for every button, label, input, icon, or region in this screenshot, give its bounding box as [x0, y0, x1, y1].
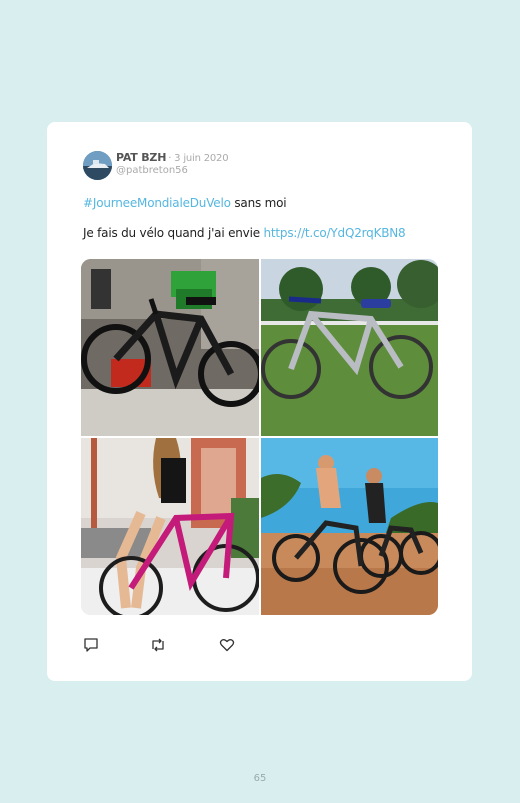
- reply-icon: [83, 637, 99, 653]
- tweet-link[interactable]: https://t.co/YdQ2rqKBN8: [264, 226, 406, 240]
- retweet-button[interactable]: [149, 637, 167, 653]
- page-number: 65: [253, 773, 267, 784]
- reply-button[interactable]: [83, 637, 99, 653]
- black-ebike-in-garage-photo[interactable]: [81, 259, 259, 436]
- heart-icon: [219, 637, 235, 653]
- folding-bike-on-grass-photo[interactable]: [261, 259, 438, 436]
- tweet-text-line-2: Je fais du vélo quand j'ai envie https:/…: [83, 226, 406, 240]
- author-name[interactable]: PAT BZH: [116, 151, 166, 164]
- hashtag-suffix: sans moi: [230, 196, 287, 210]
- retweet-icon: [149, 637, 167, 653]
- author-line: PAT BZH · 3 juin 2020: [116, 151, 229, 164]
- tweet-date: · 3 juin 2020: [168, 153, 229, 164]
- photo-grid: [81, 259, 438, 615]
- two-women-mountain-bikes-photo[interactable]: [261, 438, 438, 615]
- avatar[interactable]: [83, 151, 112, 180]
- like-button[interactable]: [219, 637, 235, 653]
- tweet-text: Je fais du vélo quand j'ai envie: [83, 226, 264, 240]
- tweet-text-line-1: #JourneeMondialeDuVelo sans moi: [83, 196, 287, 210]
- author-handle[interactable]: @patbreton56: [116, 165, 188, 176]
- tweet-card: PAT BZH · 3 juin 2020 @patbreton56 #Journ…: [47, 122, 472, 681]
- woman-pink-road-bike-photo[interactable]: [81, 438, 259, 615]
- hashtag-link[interactable]: #JourneeMondialeDuVelo: [83, 196, 231, 210]
